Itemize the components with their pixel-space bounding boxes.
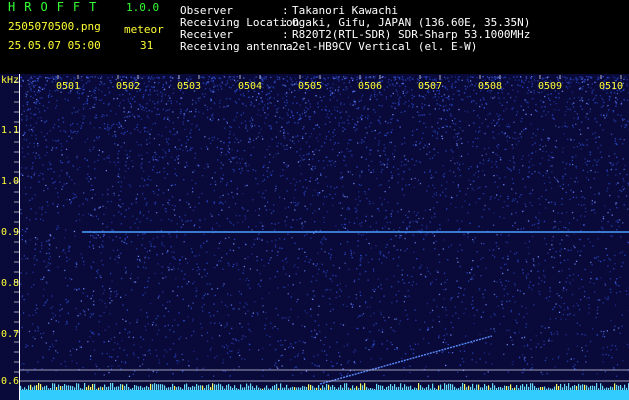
x-tick-label: 0509 (538, 81, 562, 92)
y-axis-ticks: 1.1 1.0 0.9 0.8 0.7 0.6 (1, 81, 19, 387)
y-tick-label: 0.8 (1, 278, 19, 289)
amplitude-spikes (20, 383, 629, 390)
y-tick-label: 1.0 (1, 176, 19, 187)
x-tick-label: 0502 (116, 81, 140, 92)
y-tick-label: 0.6 (1, 376, 19, 387)
x-tick-label: 0505 (298, 81, 322, 92)
y-axis-unit: kHz (1, 75, 19, 86)
amplitude-band (20, 390, 629, 400)
x-tick-label: 0504 (238, 81, 262, 92)
filename: 2505070500.png (8, 20, 101, 33)
x-tick-label: 0508 (478, 81, 502, 92)
x-tick-label: 0507 (418, 81, 442, 92)
y-tick-label: 0.7 (1, 329, 19, 340)
x-tick-label: 0510 (599, 81, 623, 92)
x-tick-label: 0503 (177, 81, 201, 92)
spectrogram: kHz 0501 0502 0503 0504 0505 0506 0507 0508 0509… (0, 74, 629, 400)
y-tick-label: 1.1 (1, 125, 19, 136)
app-version: 1.0.0 (126, 1, 160, 14)
meteor-label: meteor (124, 23, 164, 36)
info-key-antenna: Receiving antenna (180, 40, 293, 53)
app-title: HROFFT (8, 0, 106, 14)
x-tick-label: 0506 (358, 81, 382, 92)
meteor-count: 31 (140, 39, 154, 52)
x-tick-label: 0501 (56, 81, 80, 92)
info-value-antenna: 2el-HB9CV Vertical (el. E-W) (292, 40, 478, 53)
y-tick-label: 0.9 (1, 227, 19, 238)
spectrogram-noise (20, 76, 629, 378)
datetime: 25.05.07 05:00 (8, 39, 101, 52)
info-sep: : (282, 40, 289, 53)
